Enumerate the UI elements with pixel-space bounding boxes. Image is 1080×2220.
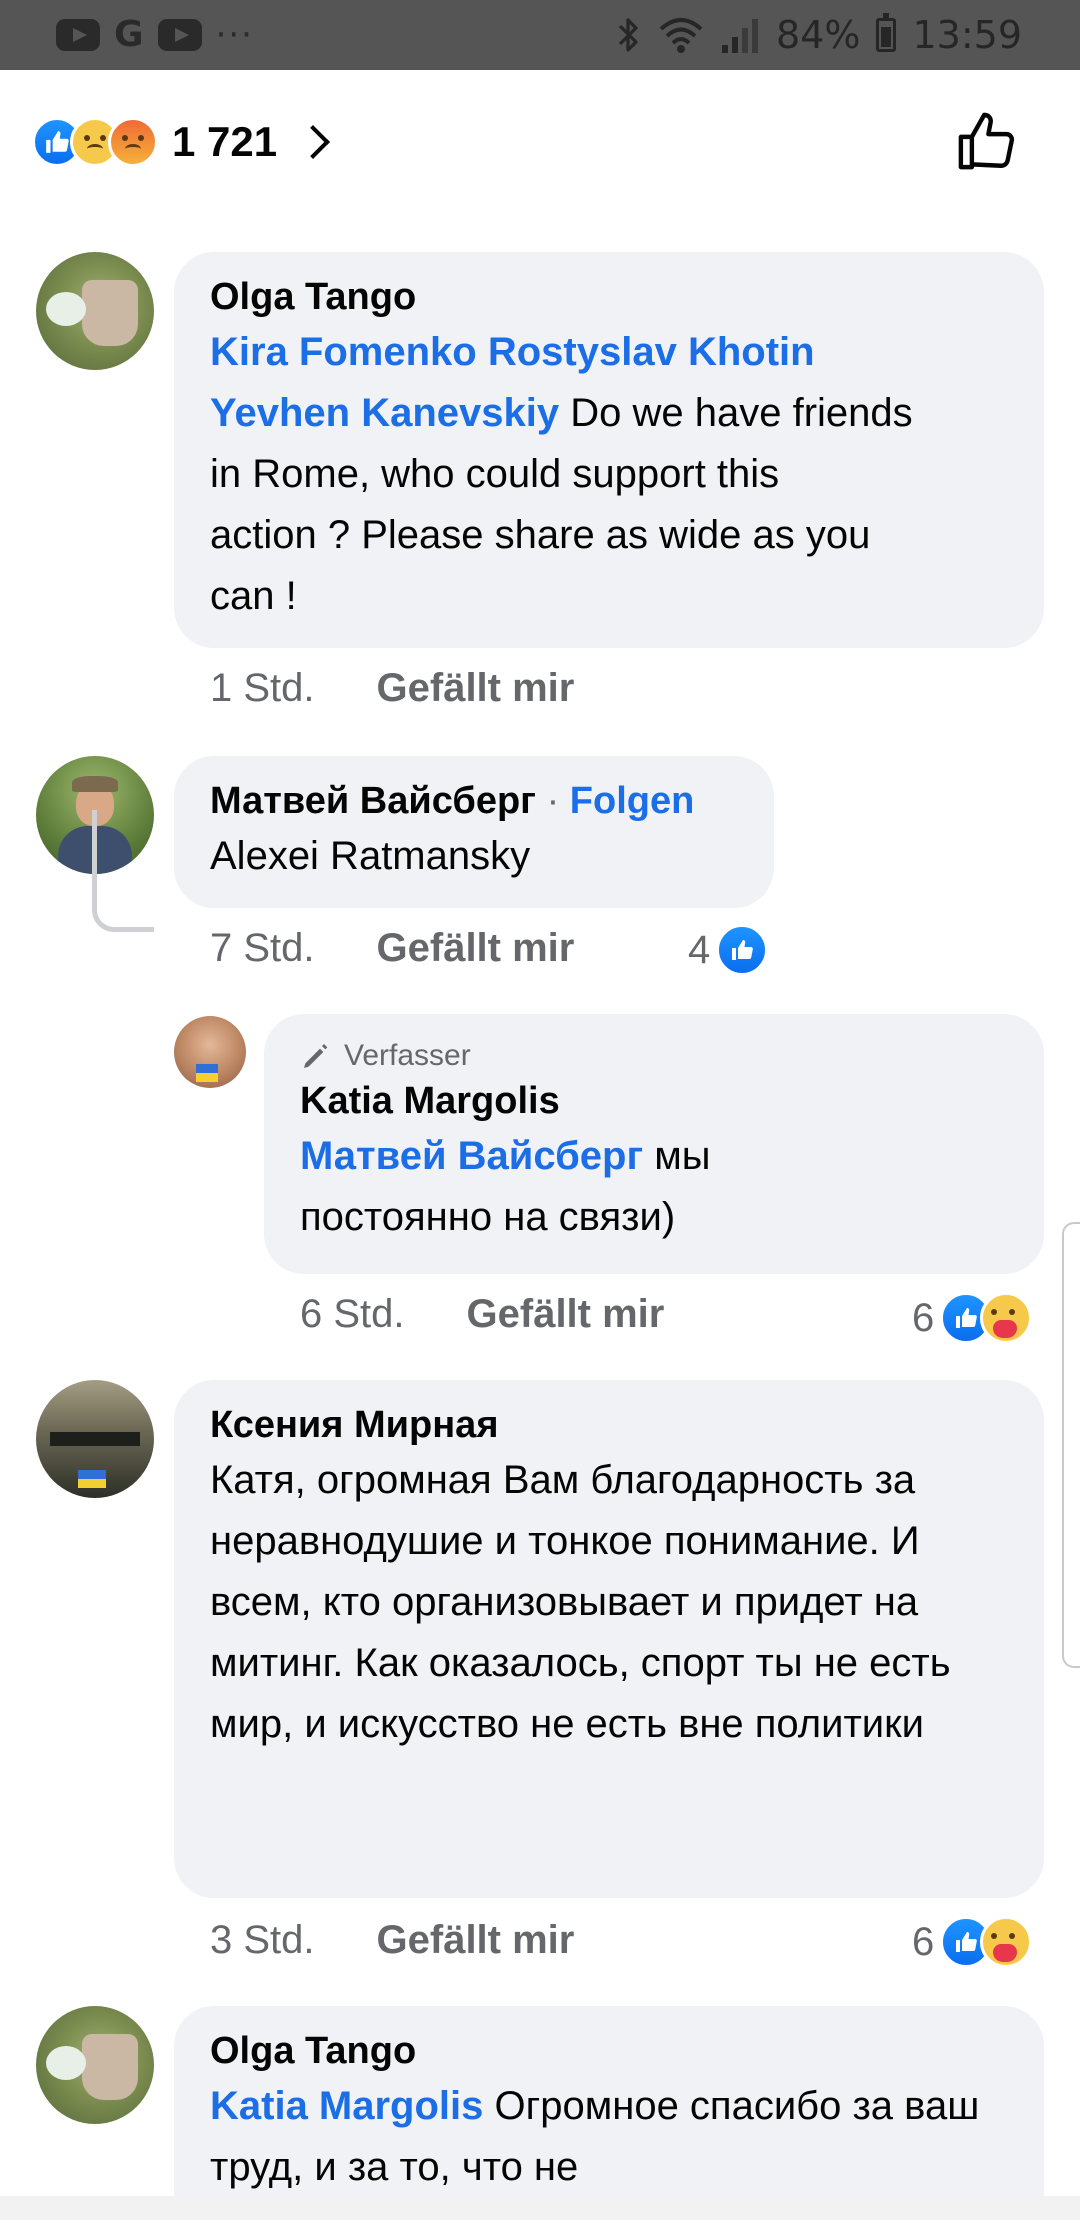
reaction-summary[interactable]: 4	[688, 924, 769, 976]
comment-author[interactable]: Olga Tango	[210, 2026, 1008, 2076]
signal-icon	[722, 19, 759, 53]
comment-text: Kira Fomenko Rostyslav Khotin Yevhen Kan…	[210, 322, 1008, 627]
more-icon: ···	[215, 15, 254, 55]
clock: 13:59	[912, 13, 1022, 57]
mention-link[interactable]: Rostyslav Khotin	[488, 330, 815, 374]
bottom-edge	[0, 2196, 1080, 2220]
care-reaction-icon	[980, 1292, 1033, 1344]
wifi-icon	[659, 18, 703, 53]
comment-body-3: action ? Please share as wide as you	[210, 513, 871, 557]
comment-body-1: Do we have friends	[570, 391, 913, 435]
chevron-right-icon	[296, 125, 331, 159]
reaction-summary[interactable]: 6	[912, 1292, 1033, 1344]
like-button[interactable]: Gefällt mir	[377, 926, 575, 971]
thumbs-up-icon[interactable]	[954, 108, 1020, 174]
like-button[interactable]: Gefällt mir	[467, 1292, 665, 1337]
comment-meta: 3 Std. Gefällt mir	[210, 1918, 574, 1963]
system-icons: 84% 13:59	[616, 10, 1022, 60]
comment-body-4: can !	[210, 574, 297, 618]
comment-body-1: мы	[654, 1134, 711, 1178]
mention-link[interactable]: Yevhen Kanevskiy	[210, 391, 559, 435]
notification-icons: G ···	[56, 14, 254, 56]
comment-meta: 1 Std. Gefällt mir	[210, 666, 574, 711]
comment-bubble: Verfasser Katia Margolis Матвей Вайсберг…	[264, 1014, 1044, 1274]
mention-link[interactable]: Матвей Вайсберг	[300, 1134, 643, 1178]
reaction-count: 4	[688, 927, 711, 972]
status-bar: G ··· 84% 13:59	[0, 0, 1080, 70]
avatar[interactable]	[36, 2006, 154, 2124]
avatar[interactable]	[36, 1380, 154, 1498]
comment-bubble: Ксения Мирная Катя, огромная Вам благода…	[174, 1380, 1044, 1898]
comment-text: Alexei Ratmansky	[210, 834, 531, 878]
mention-link[interactable]: Katia Margolis	[210, 2084, 483, 2128]
comment-meta: 7 Std. Gefällt mir	[210, 926, 574, 971]
scrollbar[interactable]	[1062, 1222, 1080, 1668]
follow-button[interactable]: Folgen	[570, 780, 695, 822]
reaction-summary[interactable]: 6	[912, 1916, 1033, 1968]
comment-body-2: in Rome, who could support this	[210, 452, 780, 496]
comment-time[interactable]: 6 Std.	[300, 1292, 405, 1337]
avatar[interactable]	[174, 1016, 246, 1088]
comment-meta: 6 Std. Gefällt mir	[300, 1292, 664, 1337]
bluetooth-icon	[618, 18, 638, 52]
comment-bubble: Olga Tango Katia Margolis Огромное спаси…	[174, 2006, 1044, 2200]
comment-body-2: постоянно на связи)	[300, 1195, 676, 1239]
battery-percent: 84%	[776, 13, 861, 57]
avatar[interactable]	[36, 252, 154, 370]
comment-author[interactable]: Матвей Вайсберг	[210, 780, 536, 822]
pencil-icon	[304, 1044, 328, 1068]
care-reaction-icon	[980, 1916, 1033, 1968]
angry-reaction-icon	[108, 117, 158, 167]
google-icon: G	[114, 14, 144, 55]
thread-connector	[92, 810, 154, 932]
battery-icon	[876, 13, 897, 52]
comment-text: Katia Margolis Огромное спасибо за ваш т…	[210, 2076, 1008, 2198]
mention-link[interactable]: Kira Fomenko	[210, 330, 477, 374]
like-reaction-icon	[716, 924, 769, 976]
comment-author[interactable]: Ксения Мирная	[210, 1400, 1008, 1450]
reaction-count: 6	[912, 1295, 935, 1340]
reaction-count: 6	[912, 1919, 935, 1964]
comment-bubble: Olga Tango Kira Fomenko Rostyslav Khotin…	[174, 252, 1044, 648]
comment-text: Катя, огромная Вам благодарность за нера…	[210, 1458, 951, 1746]
comment-author[interactable]: Olga Tango	[210, 272, 1008, 322]
author-badge: Verfasser	[300, 1036, 1008, 1076]
comment-header: Матвей Вайсберг · Folgen	[210, 776, 738, 826]
youtube-icon	[56, 19, 100, 51]
reaction-count: 1 721	[172, 118, 278, 165]
comment-time[interactable]: 7 Std.	[210, 926, 315, 971]
badge-label: Verfasser	[344, 1039, 471, 1072]
comment-text: Матвей Вайсберг мы постоянно на связи)	[300, 1126, 1008, 1248]
comment-time[interactable]: 3 Std.	[210, 1918, 315, 1963]
comment-author[interactable]: Katia Margolis	[300, 1076, 1008, 1126]
youtube-icon	[157, 19, 202, 51]
reactions-summary[interactable]: 1 721	[32, 116, 331, 168]
like-button[interactable]: Gefällt mir	[377, 1918, 575, 1963]
separator-dot: ·	[546, 780, 560, 822]
comment-bubble: Матвей Вайсберг · Folgen Alexei Ratmansk…	[174, 756, 774, 908]
comment-time[interactable]: 1 Std.	[210, 666, 315, 711]
like-button[interactable]: Gefällt mir	[377, 666, 575, 711]
